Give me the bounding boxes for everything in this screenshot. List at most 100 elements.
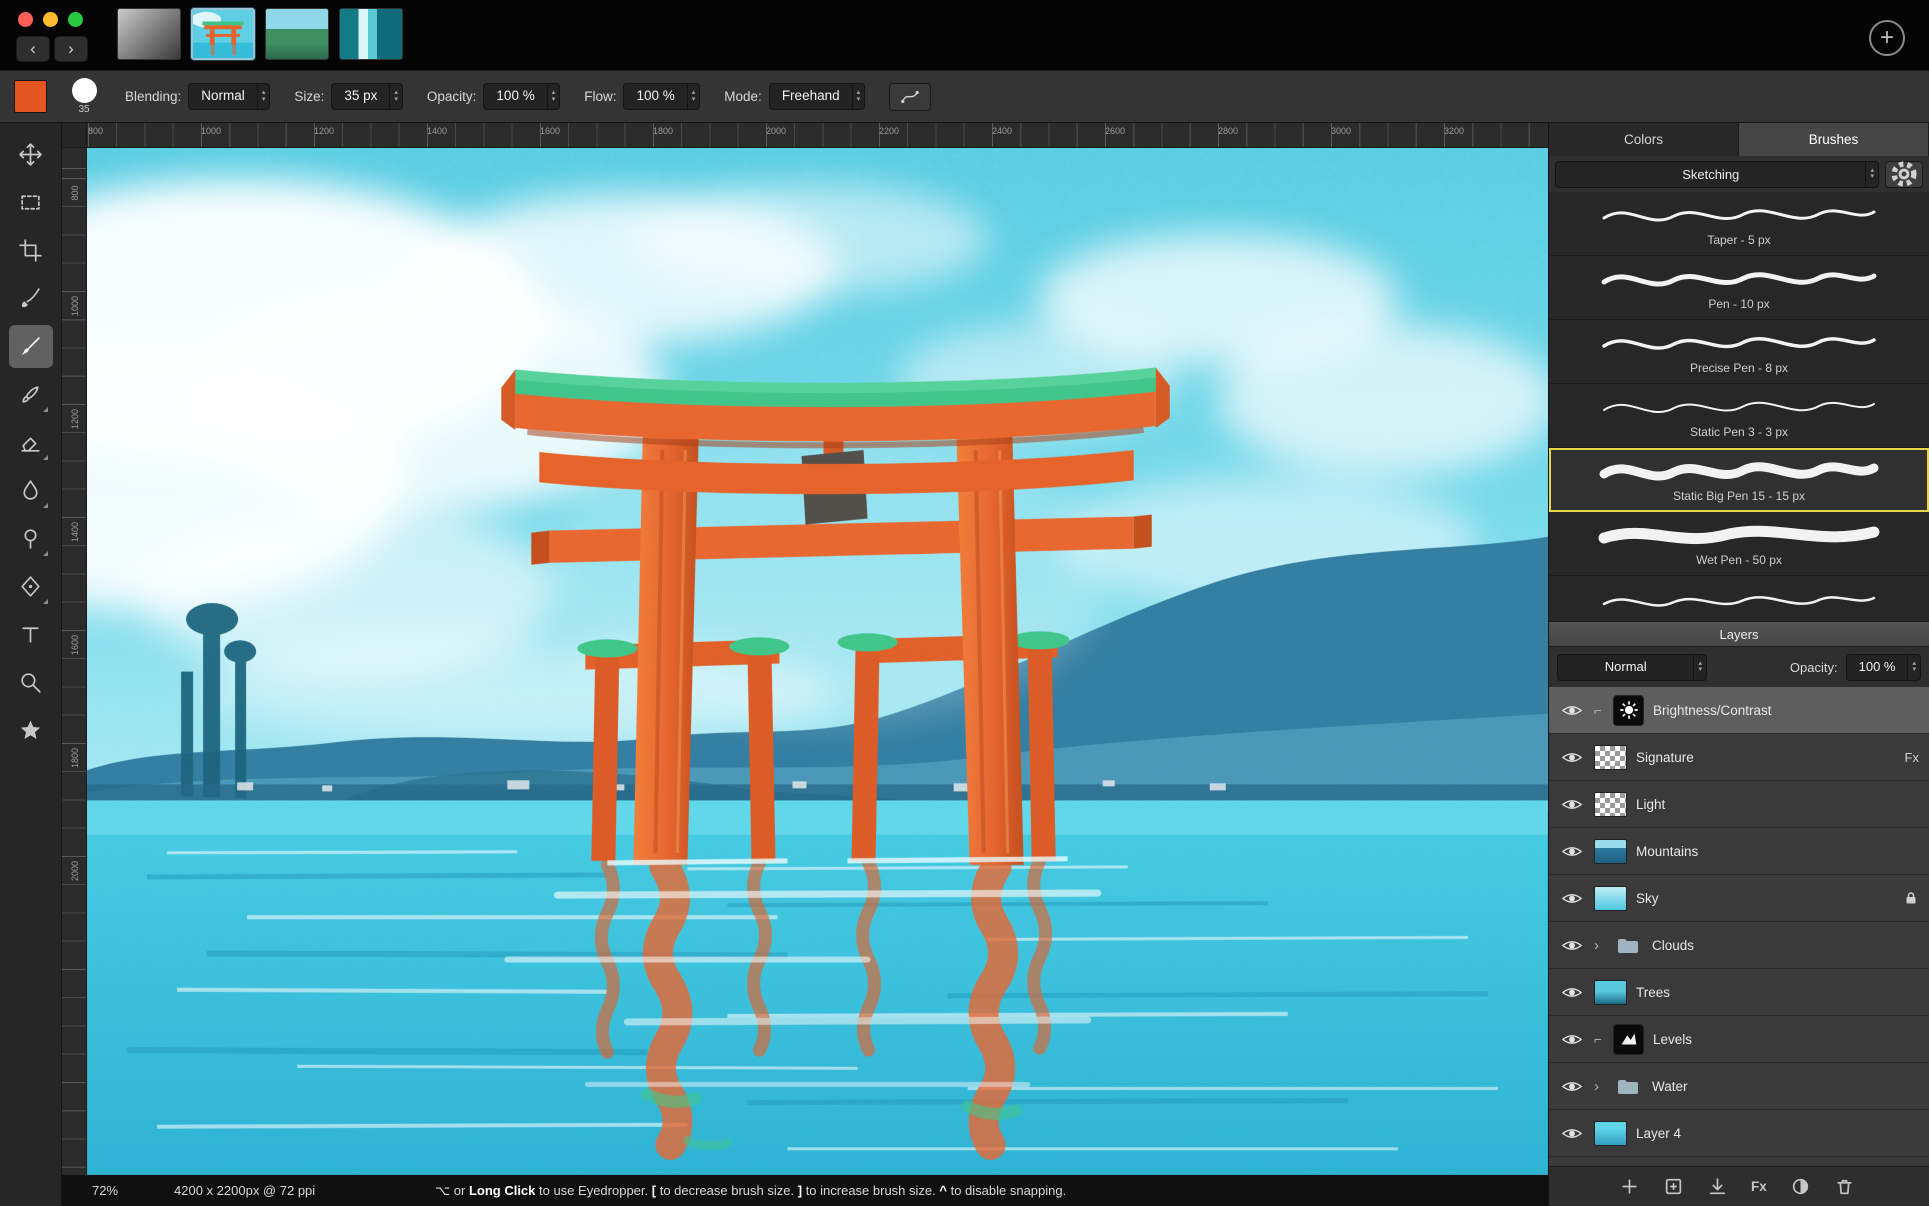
visibility-eye-icon[interactable] (1559, 1079, 1585, 1094)
minimize-button[interactable] (43, 12, 58, 27)
brush-item[interactable] (1549, 576, 1929, 621)
stepper-icon[interactable]: ▴▾ (257, 84, 270, 109)
crop-tool[interactable] (9, 229, 53, 272)
folder-icon (1613, 1076, 1643, 1096)
insert-layer-button[interactable] (1663, 1176, 1684, 1197)
paint-brush-tool[interactable] (9, 325, 53, 368)
visibility-eye-icon[interactable] (1559, 1032, 1585, 1047)
blur-tool[interactable] (9, 469, 53, 512)
mode-label: Mode: (724, 89, 762, 104)
tab-brushes[interactable]: Brushes (1739, 123, 1929, 156)
maximize-button[interactable] (68, 12, 83, 27)
layer-name: Light (1636, 797, 1665, 812)
gear-icon (1886, 156, 1922, 192)
stepper-icon[interactable]: ▴▾ (1907, 655, 1920, 680)
visibility-eye-icon[interactable] (1559, 750, 1585, 765)
visibility-eye-icon[interactable] (1559, 1126, 1585, 1141)
layer-blend-dropdown[interactable]: Normal ▴▾ (1557, 654, 1707, 681)
clone-tool[interactable] (9, 517, 53, 560)
tools-panel (0, 123, 62, 1206)
lock-icon[interactable] (1903, 890, 1919, 906)
expand-chevron-icon[interactable]: › (1594, 937, 1604, 954)
brush-item[interactable]: Static Pen 3 - 3 px (1549, 384, 1929, 448)
layer-row-water[interactable]: › Water (1549, 1063, 1929, 1110)
stepper-icon[interactable]: ▴▾ (547, 84, 560, 109)
favourites-tool[interactable] (9, 709, 53, 752)
visibility-eye-icon[interactable] (1559, 797, 1585, 812)
visibility-eye-icon[interactable] (1559, 844, 1585, 859)
forward-button[interactable]: › (54, 36, 88, 62)
import-layer-button[interactable] (1707, 1176, 1728, 1197)
layer-opacity-input[interactable]: 100 % ▴▾ (1846, 654, 1921, 681)
brush-item[interactable]: Precise Pen - 8 px (1549, 320, 1929, 384)
brush-stroke-preview (1579, 196, 1899, 236)
back-button[interactable]: ‹ (16, 36, 50, 62)
layer-row-layer4[interactable]: Layer 4 (1549, 1110, 1929, 1157)
layers-list: ⌐ Brightness/Contrast Signature Fx Light (1549, 687, 1929, 1166)
add-layer-button[interactable] (1619, 1176, 1640, 1197)
document-thumbnail-2-active[interactable] (191, 8, 255, 60)
clip-indicator-icon: ⌐ (1594, 1032, 1604, 1047)
ruler-corner (62, 123, 87, 148)
layer-row-trees[interactable]: Trees (1549, 969, 1929, 1016)
brush-settings-button[interactable] (1885, 161, 1923, 188)
layer-row-brightness-contrast[interactable]: ⌐ Brightness/Contrast (1549, 687, 1929, 734)
mode-dropdown[interactable]: Freehand ▴▾ (769, 83, 865, 110)
move-tool[interactable] (9, 133, 53, 176)
tab-colors[interactable]: Colors (1549, 123, 1739, 156)
visibility-eye-icon[interactable] (1559, 703, 1585, 718)
stepper-icon[interactable]: ▴▾ (852, 84, 865, 109)
eraser-tool[interactable] (9, 421, 53, 464)
marquee-selection-tool[interactable] (9, 181, 53, 224)
flow-label: Flow: (584, 89, 616, 104)
mesh-warp-tool[interactable] (9, 565, 53, 608)
stepper-icon[interactable]: ▴▾ (1693, 655, 1706, 680)
opacity-input[interactable]: 100 % ▴▾ (483, 83, 560, 110)
document-thumbnails (117, 8, 403, 60)
plus-icon: + (1880, 24, 1894, 51)
stepper-icon[interactable]: ▴▾ (1865, 162, 1878, 187)
fx-badge[interactable]: Fx (1905, 750, 1919, 765)
stabiliser-button[interactable] (889, 83, 931, 111)
brush-stroke-preview (1579, 324, 1899, 364)
visibility-eye-icon[interactable] (1559, 938, 1585, 953)
stepper-icon[interactable]: ▴▾ (687, 84, 700, 109)
visibility-eye-icon[interactable] (1559, 985, 1585, 1000)
size-input[interactable]: 35 px ▴▾ (331, 83, 403, 110)
new-document-button[interactable]: + (1869, 20, 1905, 56)
titlebar: ‹ › + (0, 0, 1929, 70)
delete-layer-button[interactable] (1834, 1176, 1855, 1197)
brush-category-dropdown[interactable]: Sketching ▴▾ (1555, 161, 1879, 188)
context-toolbar: 35 Blending: Normal ▴▾ Size: 35 px ▴▾ Op… (0, 70, 1929, 123)
brush-item[interactable]: Wet Pen - 50 px (1549, 512, 1929, 576)
layer-row-signature[interactable]: Signature Fx (1549, 734, 1929, 781)
flow-input[interactable]: 100 % ▴▾ (623, 83, 700, 110)
visibility-eye-icon[interactable] (1559, 891, 1585, 906)
layer-name: Mountains (1636, 844, 1698, 859)
brush-item[interactable]: Pen - 10 px (1549, 256, 1929, 320)
vector-brush-tool[interactable] (9, 277, 53, 320)
text-tool[interactable] (9, 613, 53, 656)
layer-row-clouds[interactable]: › Clouds (1549, 922, 1929, 969)
close-button[interactable] (18, 12, 33, 27)
document-thumbnail-3[interactable] (265, 8, 329, 60)
layer-row-mountains[interactable]: Mountains (1549, 828, 1929, 875)
color-swatch[interactable] (14, 80, 47, 113)
layer-effects-button[interactable]: Fx (1751, 1179, 1767, 1194)
adjustment-button[interactable] (1790, 1176, 1811, 1197)
zoom-tool[interactable] (9, 661, 53, 704)
document-thumbnail-1[interactable] (117, 8, 181, 60)
brush-item[interactable]: Taper - 5 px (1549, 192, 1929, 256)
blending-dropdown[interactable]: Normal ▴▾ (188, 83, 270, 110)
expand-chevron-icon[interactable]: › (1594, 1078, 1604, 1095)
pixel-brush-tool[interactable] (9, 373, 53, 416)
layer-row-light[interactable]: Light (1549, 781, 1929, 828)
stepper-icon[interactable]: ▴▾ (389, 84, 402, 109)
layer-row-levels[interactable]: ⌐ Levels (1549, 1016, 1929, 1063)
canvas[interactable] (87, 148, 1548, 1175)
layer-row-partial[interactable] (1549, 1157, 1929, 1165)
brush-item-selected[interactable]: Static Big Pen 15 - 15 px (1549, 448, 1929, 512)
brush-size-number: 35 (78, 104, 89, 115)
document-thumbnail-4[interactable] (339, 8, 403, 60)
layer-row-sky[interactable]: Sky (1549, 875, 1929, 922)
